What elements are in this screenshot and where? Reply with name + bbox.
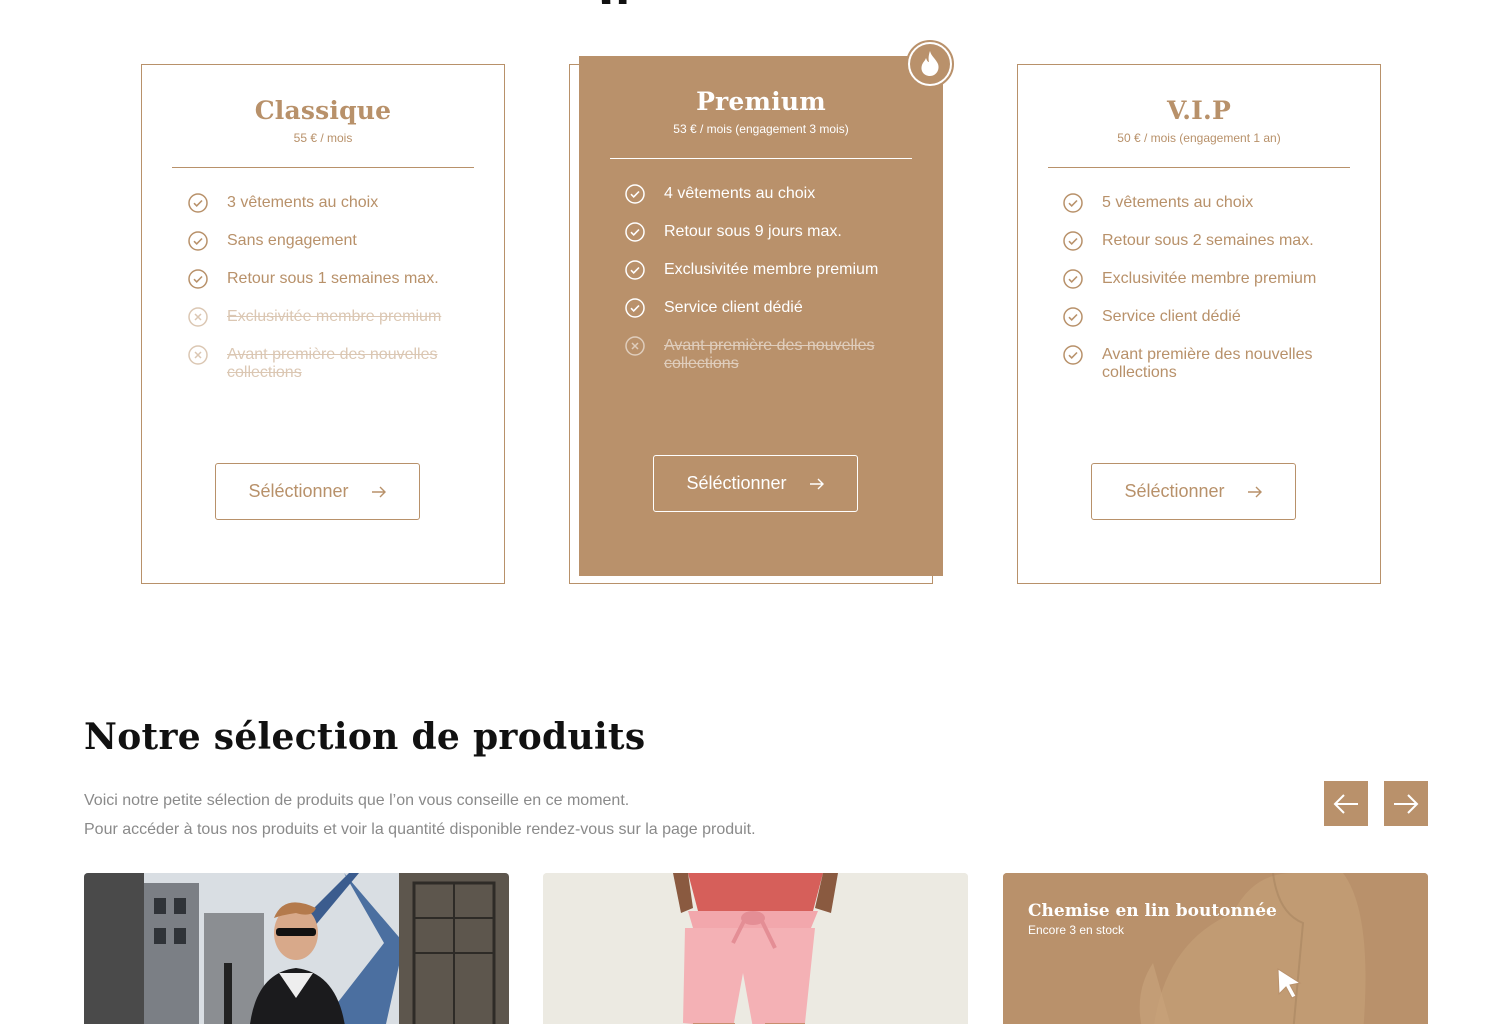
feature-label: Service client dédié xyxy=(664,299,803,316)
feature-label: Exclusivitée membre premium xyxy=(1102,270,1317,287)
check-circle-icon xyxy=(1063,345,1083,365)
divider xyxy=(610,158,912,159)
plan-price: 55 € / mois xyxy=(293,131,353,145)
plan-price: 53 € / mois (engagement 3 mois) xyxy=(673,122,849,136)
feature-label: 5 vêtements au choix xyxy=(1102,194,1254,211)
feature-item: Service client dédié xyxy=(1062,307,1332,346)
plan-card-vip: V.I.P 50 € / mois (engagement 1 an) 5 vê… xyxy=(1017,64,1381,584)
check-circle-icon xyxy=(188,193,208,213)
product-card[interactable]: Chemise en lin boutonnée Encore 3 en sto… xyxy=(1003,873,1428,1024)
mouse-cursor-icon xyxy=(1277,968,1302,999)
divider xyxy=(1048,167,1350,168)
arrow-right-icon xyxy=(809,478,824,489)
previous-section-heading-fragment: g xyxy=(600,0,660,4)
feature-label: Avant première des nouvelles collections xyxy=(227,346,438,381)
feature-item: 3 vêtements au choix xyxy=(187,193,457,232)
check-circle-icon xyxy=(625,184,645,204)
feature-item-excluded: Exclusivitée membre premium xyxy=(187,307,457,346)
feature-label: Exclusivitée membre premium xyxy=(227,308,442,325)
plan-price: 50 € / mois (engagement 1 an) xyxy=(1117,131,1281,145)
plan-card-premium: Premium 53 € / mois (engagement 3 mois) … xyxy=(579,56,943,576)
check-circle-icon xyxy=(1063,231,1083,251)
feature-list: 3 vêtements au choix Sans engagement Ret… xyxy=(187,193,457,384)
check-circle-icon xyxy=(188,231,208,251)
check-circle-icon xyxy=(625,260,645,280)
section-title: Notre sélection de produits xyxy=(84,716,646,758)
feature-item-excluded: Avant première des nouvelles collections xyxy=(624,336,894,375)
cross-circle-icon xyxy=(625,336,645,356)
divider xyxy=(172,167,474,168)
product-name: Chemise en lin boutonnée xyxy=(1028,901,1277,921)
arrow-right-icon xyxy=(371,486,386,497)
feature-list: 4 vêtements au choix Retour sous 9 jours… xyxy=(624,184,894,375)
feature-label: Retour sous 1 semaines max. xyxy=(227,270,439,287)
flame-icon xyxy=(921,51,939,76)
check-circle-icon xyxy=(188,269,208,289)
check-circle-icon xyxy=(1063,193,1083,213)
feature-item: Service client dédié xyxy=(624,298,894,337)
product-image xyxy=(1003,873,1428,1024)
feature-label: 4 vêtements au choix xyxy=(664,185,816,202)
popular-badge xyxy=(906,40,954,88)
feature-label: Sans engagement xyxy=(227,232,357,249)
check-circle-icon xyxy=(1063,269,1083,289)
check-circle-icon xyxy=(1063,307,1083,327)
product-image xyxy=(84,873,509,1024)
select-plan-button[interactable]: Séléctionner xyxy=(653,455,858,512)
arrow-right-icon xyxy=(1394,793,1419,814)
arrow-left-icon xyxy=(1333,793,1358,814)
description-line: Pour accéder à tous nos produits et voir… xyxy=(84,821,756,838)
carousel-prev-button[interactable] xyxy=(1324,781,1368,826)
description-line: Voici notre petite sélection de produits… xyxy=(84,792,630,809)
feature-item: Retour sous 1 semaines max. xyxy=(187,269,457,308)
feature-label: Exclusivitée membre premium xyxy=(664,261,879,278)
plan-card-classique: Classique 55 € / mois 3 vêtements au cho… xyxy=(141,64,505,584)
plan-title: Classique xyxy=(254,96,392,125)
button-label: Séléctionner xyxy=(248,481,349,501)
feature-label: Retour sous 2 semaines max. xyxy=(1102,232,1314,249)
feature-list: 5 vêtements au choix Retour sous 2 semai… xyxy=(1062,193,1332,384)
button-label: Séléctionner xyxy=(1124,481,1225,501)
product-card[interactable] xyxy=(84,873,509,1024)
select-plan-button[interactable]: Séléctionner xyxy=(215,463,420,520)
plan-title: Premium xyxy=(696,87,826,116)
feature-item-excluded: Avant première des nouvelles collections xyxy=(187,345,457,384)
feature-label: 3 vêtements au choix xyxy=(227,194,379,211)
check-circle-icon xyxy=(625,298,645,318)
product-card[interactable] xyxy=(543,873,968,1024)
feature-item: Retour sous 9 jours max. xyxy=(624,222,894,261)
button-label: Séléctionner xyxy=(686,473,787,493)
feature-item: 5 vêtements au choix xyxy=(1062,193,1332,232)
cross-circle-icon xyxy=(188,307,208,327)
feature-label: Service client dédié xyxy=(1102,308,1241,325)
feature-label: Retour sous 9 jours max. xyxy=(664,223,842,240)
section-description: Voici notre petite sélection de produits… xyxy=(84,786,756,844)
select-plan-button[interactable]: Séléctionner xyxy=(1091,463,1296,520)
arrow-right-icon xyxy=(1247,486,1262,497)
feature-label: Avant première des nouvelles collections xyxy=(1102,346,1313,381)
feature-item: Retour sous 2 semaines max. xyxy=(1062,231,1332,270)
feature-item: Avant première des nouvelles collections xyxy=(1062,345,1332,384)
cross-circle-icon xyxy=(188,345,208,365)
feature-item: 4 vêtements au choix xyxy=(624,184,894,223)
feature-item: Exclusivitée membre premium xyxy=(624,260,894,299)
carousel-next-button[interactable] xyxy=(1384,781,1428,826)
check-circle-icon xyxy=(625,222,645,242)
feature-label: Avant première des nouvelles collections xyxy=(664,337,875,372)
product-stock: Encore 3 en stock xyxy=(1028,923,1125,937)
product-image xyxy=(543,873,968,1024)
feature-item: Sans engagement xyxy=(187,231,457,270)
plan-title: V.I.P xyxy=(1167,96,1231,125)
feature-item: Exclusivitée membre premium xyxy=(1062,269,1332,308)
